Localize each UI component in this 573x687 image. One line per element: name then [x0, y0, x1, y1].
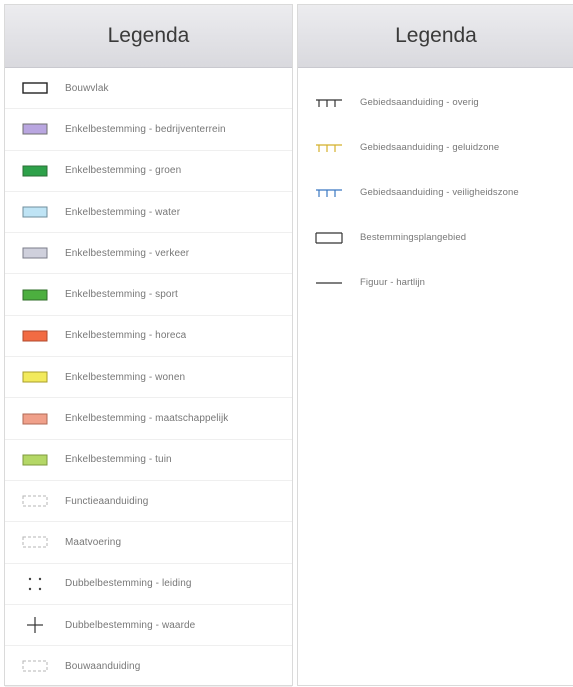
- legend-item-dubbelbestemming-leiding: Dubbelbestemming - leiding: [5, 564, 292, 605]
- legend-list: Gebiedsaanduiding - overig Gebiedsaanduid…: [298, 68, 573, 305]
- legend-item-label: Dubbelbestemming - leiding: [65, 578, 192, 590]
- legend-item-label: Gebiedsaanduiding - overig: [360, 97, 479, 108]
- legend-item-dubbelbestemming-waarde: Dubbelbestemming - waarde: [5, 605, 292, 647]
- legend-symbol-icon: [5, 365, 65, 389]
- legend-item-label: Enkelbestemming - maatschappelijk: [65, 413, 229, 425]
- legend-item-bestemmingsplangebied: Bestemmingsplangebied: [298, 215, 573, 260]
- legend-item-bouwvlak: Bouwvlak: [5, 68, 292, 110]
- legend-symbol-icon: [298, 136, 360, 160]
- legend-symbol-icon: [5, 572, 65, 596]
- legend-symbol-icon: [5, 200, 65, 224]
- legend-item-enkelbestemming-verkeer: Enkelbestemming - verkeer: [5, 233, 292, 275]
- legend-symbol-icon: [5, 159, 65, 183]
- legend-item-enkelbestemming-maatschappelijk: Enkelbestemming - maatschappelijk: [5, 398, 292, 440]
- legend-item-maatvoering: Maatvoering: [5, 522, 292, 564]
- legend-title: Legenda: [5, 5, 292, 68]
- legend-item-label: Figuur - hartlijn: [360, 277, 426, 288]
- legend-item-label: Enkelbestemming - bedrijventerrein: [65, 123, 226, 135]
- legend-symbol-icon: [5, 613, 65, 637]
- legend-item-label: Enkelbestemming - verkeer: [65, 247, 190, 259]
- legend-item-enkelbestemming-bedrijventerrein: Enkelbestemming - bedrijventerrein: [5, 109, 292, 151]
- legend-item-label: Maatvoering: [65, 536, 122, 548]
- legend-item-label: Gebiedsaanduiding - geluidzone: [360, 142, 500, 153]
- legend-item-label: Enkelbestemming - tuin: [65, 454, 172, 466]
- legend-item-label: Gebiedsaanduiding - veiligheidszone: [360, 187, 519, 198]
- legend-item-label: Enkelbestemming - horeca: [65, 330, 187, 342]
- legend-item-enkelbestemming-tuin: Enkelbestemming - tuin: [5, 440, 292, 481]
- legend-symbol-icon: [5, 530, 65, 554]
- legend-symbol-icon: [5, 283, 65, 307]
- legend-item-enkelbestemming-sport: Enkelbestemming - sport: [5, 274, 292, 316]
- legend-item-gebiedsaanduiding-veiligheidszone: Gebiedsaanduiding - veiligheidszone: [298, 170, 573, 215]
- legend-item-label: Enkelbestemming - groen: [65, 165, 182, 177]
- legend-symbol-icon: [298, 91, 360, 115]
- legend-item-enkelbestemming-horeca: Enkelbestemming - horeca: [5, 316, 292, 358]
- legend-item-gebiedsaanduiding-overig: Gebiedsaanduiding - overig: [298, 80, 573, 125]
- legend-item-functieaanduiding: Functieaanduiding: [5, 481, 292, 523]
- legend-symbol-icon: [298, 226, 360, 250]
- legend-list: Bouwvlak Enkelbestemming - bedrijventerre…: [5, 68, 292, 687]
- legend-symbol-icon: [5, 654, 65, 678]
- legend-symbol-icon: [5, 324, 65, 348]
- legend-item-label: Enkelbestemming - sport: [65, 289, 178, 301]
- legend-title: Legenda: [298, 5, 573, 68]
- legend-symbol-icon: [5, 241, 65, 265]
- legend-item-enkelbestemming-wonen: Enkelbestemming - wonen: [5, 357, 292, 399]
- legend-item-bouwaanduiding: Bouwaanduiding: [5, 646, 292, 687]
- legend-symbol-icon: [5, 489, 65, 513]
- legend-item-label: Bouwaanduiding: [65, 660, 141, 672]
- legend-item-figuur-hartlijn: Figuur - hartlijn: [298, 260, 573, 305]
- legend-item-label: Functieaanduiding: [65, 495, 149, 507]
- legend-item-label: Bestemmingsplangebied: [360, 232, 467, 243]
- legend-symbol-icon: [5, 407, 65, 431]
- legend-symbol-icon: [5, 117, 65, 141]
- legend-item-label: Dubbelbestemming - waarde: [65, 619, 196, 631]
- legend-symbol-icon: [5, 448, 65, 472]
- legend-symbol-icon: [5, 76, 65, 100]
- legend-panel-right: Legenda Gebiedsaanduiding - overig Gebied…: [297, 4, 573, 686]
- legend-item-enkelbestemming-water: Enkelbestemming - water: [5, 192, 292, 234]
- legend-panel-left: Legenda Bouwvlak Enkelbestemming - bedrij…: [4, 4, 293, 687]
- legend-item-label: Enkelbestemming - water: [65, 206, 181, 218]
- legend-symbol-icon: [298, 271, 360, 295]
- legend-item-gebiedsaanduiding-geluidzone: Gebiedsaanduiding - geluidzone: [298, 125, 573, 170]
- legend-item-label: Enkelbestemming - wonen: [65, 371, 186, 383]
- legend-item-enkelbestemming-groen: Enkelbestemming - groen: [5, 151, 292, 192]
- legend-item-label: Bouwvlak: [65, 82, 109, 94]
- legend-symbol-icon: [298, 181, 360, 205]
